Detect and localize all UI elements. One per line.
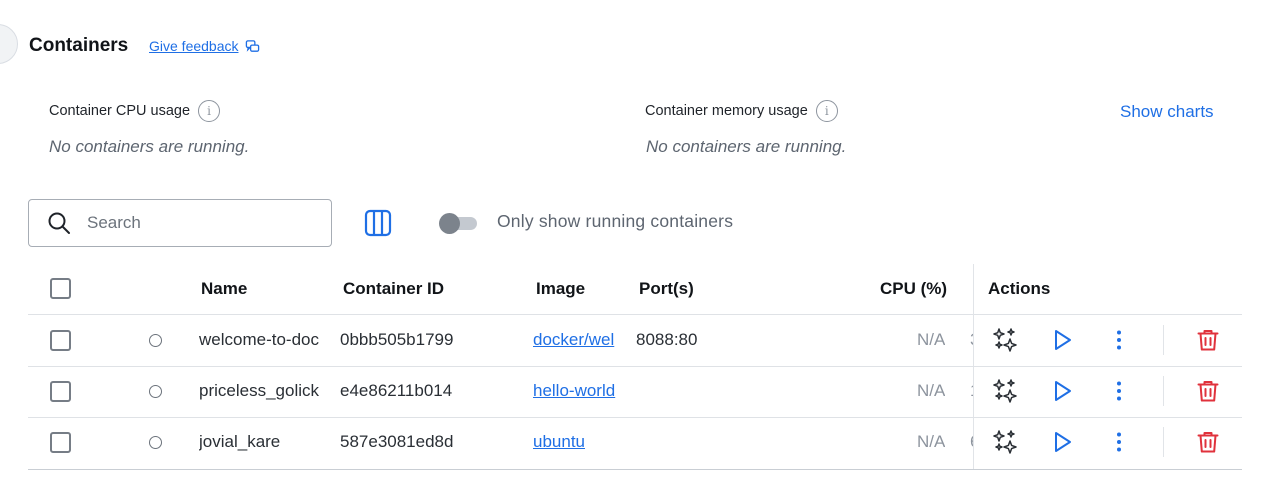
container-name[interactable]: welcome-to-doc <box>199 330 332 350</box>
divider <box>28 417 1242 418</box>
port-mapping[interactable]: 8088:80 <box>636 330 697 350</box>
start-button[interactable] <box>1048 377 1076 405</box>
search-input[interactable] <box>85 212 309 234</box>
status-stopped-icon <box>149 334 162 347</box>
start-button[interactable] <box>1048 326 1076 354</box>
sidebar-edge-avatar[interactable] <box>0 24 18 64</box>
container-name[interactable]: priceless_golick <box>199 381 332 401</box>
trash-icon <box>1197 330 1219 351</box>
columns-icon <box>364 209 392 237</box>
column-header-cpu[interactable]: CPU (%) <box>880 279 947 299</box>
more-options-button[interactable] <box>1105 377 1133 405</box>
delete-button[interactable] <box>1194 428 1222 456</box>
kebab-menu-icon <box>1117 330 1121 350</box>
actions-separator <box>1163 325 1164 355</box>
actions-separator <box>1163 376 1164 406</box>
image-link[interactable]: ubuntu <box>533 432 626 452</box>
status-stopped-icon <box>149 436 162 449</box>
play-icon <box>1055 330 1071 350</box>
columns-button[interactable] <box>364 209 392 237</box>
select-all-checkbox[interactable] <box>50 278 71 299</box>
feedback-icon <box>245 39 259 52</box>
running-only-label: Only show running containers <box>497 211 734 231</box>
container-id: 587e3081ed8d <box>340 432 454 451</box>
toggle-knob <box>439 213 460 234</box>
play-icon <box>1055 381 1071 401</box>
row-checkbox[interactable] <box>50 330 71 351</box>
info-icon[interactable]: i <box>815 100 838 122</box>
play-icon <box>1055 432 1071 452</box>
show-charts-button[interactable]: Show charts <box>1120 102 1214 122</box>
container-name[interactable]: jovial_kare <box>199 432 332 452</box>
row-checkbox[interactable] <box>50 381 71 402</box>
memory-usage-label-group: Container memory usage i <box>645 100 838 122</box>
column-header-ports[interactable]: Port(s) <box>639 279 694 299</box>
trash-icon <box>1197 432 1219 453</box>
status-stopped-icon <box>149 385 162 398</box>
cpu-usage-message: No containers are running. <box>49 137 250 156</box>
more-options-button[interactable] <box>1105 326 1133 354</box>
image-link[interactable]: hello-world <box>533 381 626 401</box>
truncated-cell: 6 <box>970 432 973 452</box>
truncated-cell: 3 <box>970 330 973 350</box>
divider <box>28 314 1242 315</box>
kebab-menu-icon <box>1117 432 1121 452</box>
delete-button[interactable] <box>1194 377 1222 405</box>
cpu-usage-label-group: Container CPU usage i <box>49 100 221 122</box>
more-options-button[interactable] <box>1105 428 1133 456</box>
search-field[interactable] <box>28 199 332 247</box>
column-header-actions: Actions <box>988 279 1051 298</box>
memory-usage-message: No containers are running. <box>646 137 847 156</box>
container-id: 0bbb505b1799 <box>340 330 454 349</box>
sparkles-icon <box>993 379 1017 403</box>
ask-ai-button[interactable] <box>991 326 1019 354</box>
start-button[interactable] <box>1048 428 1076 456</box>
cpu-value: N/A <box>917 432 946 451</box>
row-checkbox[interactable] <box>50 432 71 453</box>
sparkles-icon <box>993 328 1017 352</box>
sparkles-icon <box>993 430 1017 454</box>
image-link[interactable]: docker/wel <box>533 330 626 350</box>
cpu-value: N/A <box>917 381 946 400</box>
column-header-name[interactable]: Name <box>201 279 247 299</box>
container-id: e4e86211b014 <box>340 381 453 400</box>
page-title: Containers <box>29 35 129 56</box>
running-only-toggle[interactable] <box>439 212 479 234</box>
kebab-menu-icon <box>1117 381 1121 401</box>
info-icon[interactable]: i <box>198 100 221 122</box>
ask-ai-button[interactable] <box>991 377 1019 405</box>
memory-usage-label: Container memory usage <box>645 103 808 119</box>
actions-column-divider <box>973 264 974 470</box>
divider <box>28 469 1242 470</box>
divider <box>28 366 1242 367</box>
ask-ai-button[interactable] <box>991 428 1019 456</box>
cpu-value: N/A <box>917 330 946 349</box>
truncated-cell: 1 <box>970 381 973 401</box>
delete-button[interactable] <box>1194 326 1222 354</box>
cpu-usage-label: Container CPU usage <box>49 103 191 119</box>
give-feedback-label: Give feedback <box>149 38 239 54</box>
trash-icon <box>1197 381 1219 402</box>
actions-separator <box>1163 427 1164 457</box>
give-feedback-link[interactable]: Give feedback <box>149 38 260 54</box>
containers-table: Name Container ID Image Port(s) CPU (%) … <box>28 264 1242 471</box>
column-header-container-id[interactable]: Container ID <box>343 279 444 299</box>
search-icon <box>48 212 70 234</box>
column-header-image[interactable]: Image <box>536 279 585 299</box>
